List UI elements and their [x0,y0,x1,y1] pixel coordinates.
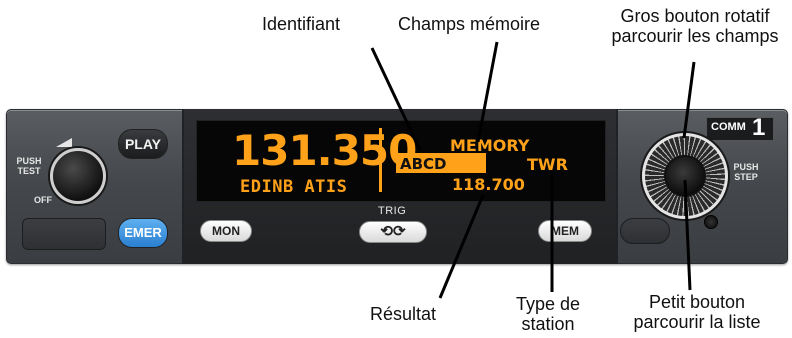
callout-identifiant: Identifiant [262,14,341,34]
callout-gros-bouton: Gros bouton rotatif parcourir les champs [600,6,790,46]
station-type: TWR [527,155,568,174]
trig-button[interactable]: ⟲⟳ [359,221,427,243]
result-frequency: 118.700 [452,175,525,194]
memory-ident: ABCD [400,155,447,173]
comm-number: 1 [752,114,766,141]
test-label: TEST [17,166,41,176]
volume-ramp-icon [56,138,72,147]
station-ident: EDINB ATIS [240,177,348,197]
swap-arrows-icon: ⟲⟳ [380,223,406,240]
callout-type-station: Type de station [500,294,596,334]
callout-petit-line2: parcourir la liste [633,312,761,332]
emer-button[interactable]: EMER [118,218,168,248]
push-step-line2: STEP [734,172,758,182]
callout-type-line1: Type de [515,294,581,314]
callout-gros-bouton-line2: parcourir les champs [611,26,779,46]
volume-knob-icon[interactable] [50,148,106,204]
push-step-label: PUSH STEP [728,162,764,182]
indicator-led-icon [704,215,718,229]
display-separator [379,128,382,192]
push-step-line1: PUSH [733,162,759,172]
callout-petit-line1: Petit bouton [648,292,746,312]
blank-button-right[interactable] [620,218,670,244]
push-test-label: PUSH TEST [14,156,44,176]
mon-button[interactable]: MON [200,220,252,242]
push-label: PUSH [16,156,42,166]
blank-button-left[interactable] [22,218,106,250]
callout-petit-bouton: Petit bouton parcourir la liste [612,292,782,332]
mem-button[interactable]: MEM [538,220,592,242]
trig-label: TRIG [378,205,407,217]
callout-type-line2: station [521,314,575,334]
comm-label: COMM [711,121,746,133]
callout-champs-memoire: Champs mémoire [398,14,541,34]
callout-gros-bouton-line1: Gros bouton rotatif [620,6,770,26]
play-button[interactable]: PLAY [118,129,168,159]
off-label: OFF [34,195,52,205]
active-frequency: 131.350 [232,126,417,175]
small-rotary-knob-icon[interactable] [664,155,706,197]
callout-resultat: Résultat [370,304,437,324]
